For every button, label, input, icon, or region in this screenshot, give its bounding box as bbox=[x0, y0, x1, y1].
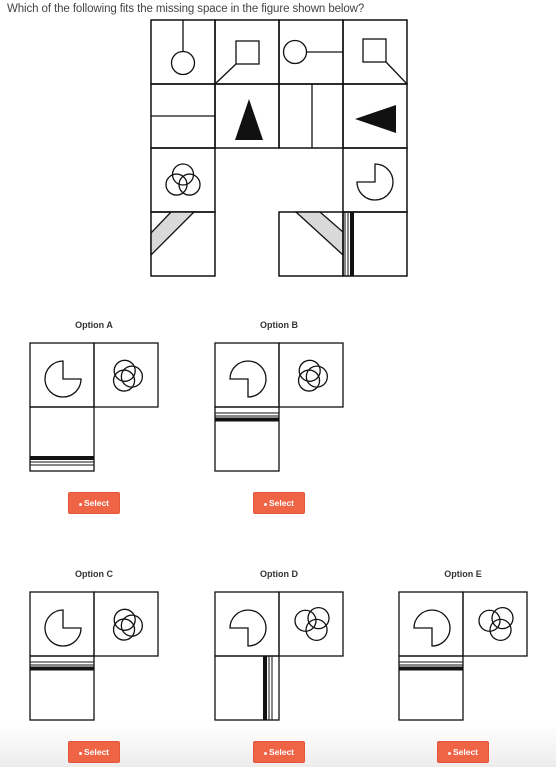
circle-icon bbox=[113, 359, 136, 382]
options-area bbox=[29, 342, 528, 721]
option-c-select-button[interactable]: Select bbox=[68, 741, 120, 763]
cell-border bbox=[93, 591, 159, 657]
select-button-label: Select bbox=[452, 747, 479, 757]
cell-border bbox=[150, 147, 216, 213]
bullet-icon bbox=[78, 752, 82, 755]
circle-icon bbox=[112, 618, 136, 641]
circle-icon bbox=[112, 369, 136, 392]
puzzle-cell bbox=[150, 147, 216, 213]
option-c-figure bbox=[29, 591, 159, 721]
cell-border bbox=[278, 591, 344, 657]
puzzle-cell bbox=[214, 19, 280, 85]
bullet-icon bbox=[263, 503, 267, 506]
option-e-figure bbox=[398, 591, 528, 721]
circle-icon bbox=[120, 614, 144, 637]
cell-border bbox=[462, 591, 528, 657]
cell-border bbox=[214, 591, 280, 657]
puzzle-cell bbox=[342, 211, 408, 277]
triangle-icon bbox=[235, 99, 263, 140]
circle-icon bbox=[297, 369, 321, 392]
pie-shape-icon bbox=[356, 163, 394, 201]
cell-border bbox=[278, 342, 344, 408]
line bbox=[214, 63, 237, 85]
select-button-label: Select bbox=[83, 498, 110, 508]
puzzle-cell bbox=[342, 19, 408, 85]
option-b-figure bbox=[214, 342, 344, 472]
puzzle-cell bbox=[150, 211, 216, 277]
circle-icon bbox=[305, 618, 328, 642]
puzzle-cell bbox=[342, 83, 408, 149]
puzzle-cell bbox=[278, 83, 344, 149]
cell-border bbox=[29, 655, 95, 721]
cell-border bbox=[398, 655, 464, 721]
bullet-icon bbox=[78, 503, 82, 506]
stripe-thick bbox=[30, 456, 94, 460]
puzzle-cell bbox=[278, 19, 344, 85]
option-e-select-button[interactable]: Select bbox=[437, 741, 489, 763]
gray-band bbox=[150, 211, 196, 257]
option-a-label: Option A bbox=[75, 320, 113, 330]
puzzle-cell bbox=[278, 211, 344, 277]
circle-icon bbox=[478, 609, 501, 632]
pie-shape-icon bbox=[413, 609, 451, 647]
circle-icon bbox=[113, 608, 136, 631]
option-c-label: Option C bbox=[75, 569, 113, 579]
stripe-thick bbox=[215, 417, 279, 422]
line bbox=[385, 61, 408, 85]
circle-icon bbox=[120, 365, 144, 388]
option-b-label: Option B bbox=[260, 320, 298, 330]
circle-icon bbox=[489, 618, 512, 642]
puzzle-cell bbox=[150, 83, 216, 149]
option-a-select-button[interactable]: Select bbox=[68, 492, 120, 514]
stripe-thick bbox=[263, 656, 267, 720]
pie-shape-icon bbox=[44, 609, 82, 647]
pie-shape-icon bbox=[44, 360, 82, 398]
circle-icon bbox=[294, 609, 317, 632]
square-icon bbox=[235, 40, 260, 65]
puzzle-cell bbox=[214, 83, 280, 149]
circle-icon bbox=[282, 39, 308, 65]
pie-shape-icon bbox=[229, 609, 267, 647]
puzzle-cell bbox=[150, 19, 216, 85]
stripe-thick bbox=[399, 666, 463, 671]
puzzle-cell bbox=[342, 147, 408, 213]
cell-border bbox=[278, 83, 344, 149]
stripe-thick bbox=[350, 212, 354, 276]
option-a-figure bbox=[29, 342, 159, 472]
select-button-label: Select bbox=[268, 498, 295, 508]
cell-border bbox=[214, 406, 280, 472]
option-d-select-button[interactable]: Select bbox=[253, 741, 305, 763]
square-icon bbox=[362, 38, 387, 63]
cell-border bbox=[214, 342, 280, 408]
gray-band bbox=[294, 211, 344, 257]
select-button-label: Select bbox=[268, 747, 295, 757]
circle-icon bbox=[170, 50, 196, 76]
cell-border bbox=[398, 591, 464, 657]
cell-border bbox=[93, 342, 159, 408]
option-b-select-button[interactable]: Select bbox=[253, 492, 305, 514]
puzzle-grid bbox=[150, 19, 408, 277]
select-button-label: Select bbox=[83, 747, 110, 757]
stripe-thick bbox=[30, 666, 94, 671]
bullet-icon bbox=[447, 752, 451, 755]
option-d-label: Option D bbox=[260, 569, 298, 579]
circle-icon bbox=[298, 359, 321, 382]
circle-icon bbox=[305, 365, 329, 388]
cell-border bbox=[278, 83, 344, 149]
cell-border bbox=[29, 406, 95, 472]
pie-shape-icon bbox=[229, 360, 267, 398]
cell-border bbox=[150, 147, 216, 213]
option-d-figure bbox=[214, 591, 344, 721]
triangle-icon bbox=[355, 105, 396, 133]
puzzle-figure bbox=[29, 19, 528, 721]
option-e-label: Option E bbox=[444, 569, 482, 579]
bullet-icon bbox=[263, 752, 267, 755]
